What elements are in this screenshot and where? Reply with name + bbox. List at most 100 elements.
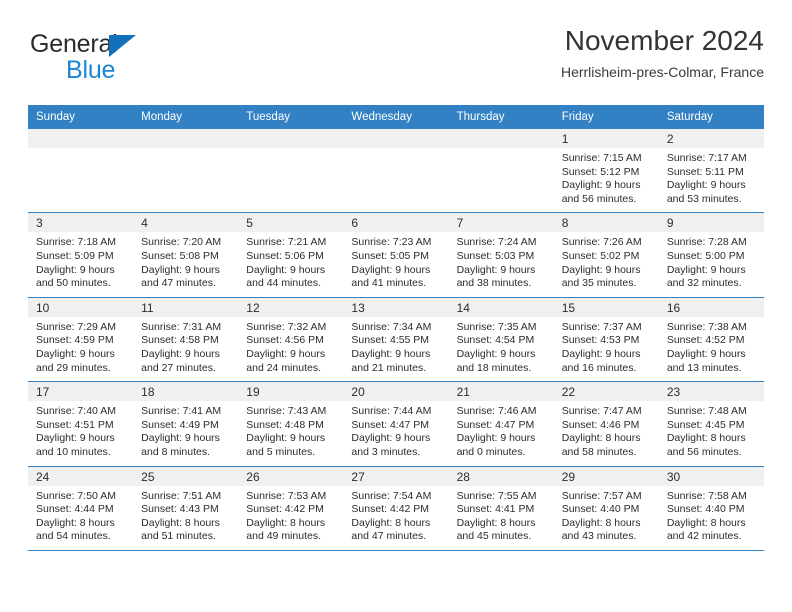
calendar-day-cell[interactable]: 9 Sunrise: 7:28 AM Sunset: 5:00 PM Daylight… — [658, 213, 764, 297]
day-details: Sunrise: 7:41 AM Sunset: 4:49 PM Daylight:… — [133, 401, 238, 465]
calendar-day-cell[interactable]: 16 Sunrise: 7:38 AM Sunset: 4:52 PM Dayligh… — [658, 297, 764, 382]
calendar-day-cell[interactable]: 24 Sunrise: 7:50 AM Sunset: 4:44 PM Dayligh… — [28, 466, 134, 550]
calendar-day-cell[interactable]: 30 Sunrise: 7:58 AM Sunset: 4:40 PM Dayligh… — [658, 466, 764, 550]
calendar-week-row: 24 Sunrise: 7:50 AM Sunset: 4:44 PM Dayligh… — [28, 466, 764, 551]
daylight-text-cont: and 53 minutes. — [666, 192, 742, 205]
daylight-text-cont: and 47 minutes. — [141, 277, 216, 290]
daylight-text-cont: and 35 minutes. — [561, 277, 637, 290]
general-blue-logo[interactable]: General Blue — [28, 30, 248, 92]
sunrise-text: Sunrise: 7:23 AM — [351, 236, 432, 249]
day-number-band: 27 — [343, 466, 449, 486]
weekday-thursday: Thursday — [456, 111, 505, 123]
calendar-day-cell[interactable]: 13 Sunrise: 7:34 AM Sunset: 4:55 PM Dayligh… — [343, 297, 449, 382]
day-number: 29 — [561, 469, 576, 484]
calendar-day-cell[interactable]: 21 Sunrise: 7:46 AM Sunset: 4:47 PM Dayligh… — [448, 382, 554, 466]
sunset-text: Sunset: 5:12 PM — [561, 165, 640, 178]
daylight-text: Daylight: 9 hours — [141, 263, 220, 276]
calendar-day-cell-empty — [448, 129, 554, 213]
day-number: 7 — [456, 216, 464, 231]
sunrise-text: Sunrise: 7:51 AM — [141, 489, 222, 502]
day-number: 6 — [351, 216, 359, 231]
day-details: Sunrise: 7:47 AM Sunset: 4:46 PM Daylight:… — [554, 401, 659, 465]
sunset-text: Sunset: 4:45 PM — [666, 418, 745, 431]
calendar-day-cell[interactable]: 22 Sunrise: 7:47 AM Sunset: 4:46 PM Dayligh… — [553, 382, 659, 466]
calendar-day-cell[interactable]: 12 Sunrise: 7:32 AM Sunset: 4:56 PM Dayligh… — [238, 297, 344, 382]
calendar-day-cell[interactable]: 17 Sunrise: 7:40 AM Sunset: 4:51 PM Dayligh… — [28, 382, 134, 466]
sunrise-text: Sunrise: 7:40 AM — [36, 405, 116, 418]
day-details: Sunrise: 7:55 AM Sunset: 4:41 PM Daylight:… — [449, 486, 554, 550]
calendar-day-cell[interactable]: 1 Sunrise: 7:15 AM Sunset: 5:12 PM Daylight… — [553, 129, 659, 213]
sunset-text: Sunset: 4:47 PM — [351, 418, 430, 431]
calendar-day-cell[interactable]: 23 Sunrise: 7:48 AM Sunset: 4:45 PM Dayligh… — [658, 382, 764, 466]
daylight-text: Daylight: 9 hours — [456, 347, 536, 360]
day-number: 20 — [351, 385, 365, 400]
calendar-day-cell[interactable]: 26 Sunrise: 7:53 AM Sunset: 4:42 PM Dayligh… — [238, 466, 344, 550]
calendar-day-cell[interactable]: 6 Sunrise: 7:23 AM Sunset: 5:05 PM Daylight… — [343, 213, 449, 297]
calendar-week-row: 1 Sunrise: 7:15 AM Sunset: 5:12 PM Daylight… — [28, 129, 764, 214]
day-number-band: 16 — [658, 297, 764, 317]
sunrise-text: Sunrise: 7:48 AM — [666, 405, 747, 418]
daylight-text-cont: and 45 minutes. — [456, 530, 532, 543]
page-subtitle: Herrlisheim-pres-Colmar, France — [560, 64, 764, 80]
calendar-day-cell[interactable]: 28 Sunrise: 7:55 AM Sunset: 4:41 PM Dayligh… — [448, 466, 554, 550]
day-number: 21 — [456, 385, 470, 400]
day-number-band: 22 — [553, 382, 659, 402]
calendar-page: General Blue November 2024 Herrlisheim-p… — [0, 0, 792, 612]
calendar-day-cell[interactable]: 20 Sunrise: 7:44 AM Sunset: 4:47 PM Dayligh… — [343, 382, 449, 466]
day-number-band: 17 — [28, 382, 134, 402]
day-number: 12 — [246, 300, 260, 315]
calendar-grid: Sunday Monday Tuesday Wednesday Thursday… — [28, 105, 764, 551]
sunset-text: Sunset: 5:02 PM — [561, 249, 640, 262]
day-details: Sunrise: 7:38 AM Sunset: 4:52 PM Daylight:… — [659, 317, 764, 381]
day-number-band: 12 — [238, 297, 344, 317]
calendar-day-cell[interactable]: 5 Sunrise: 7:21 AM Sunset: 5:06 PM Daylight… — [238, 213, 344, 297]
sunset-text: Sunset: 5:05 PM — [351, 249, 430, 262]
day-number: 23 — [666, 385, 681, 400]
calendar-day-cell[interactable]: 27 Sunrise: 7:54 AM Sunset: 4:42 PM Dayligh… — [343, 466, 449, 550]
day-details: Sunrise: 7:34 AM Sunset: 4:55 PM Daylight:… — [343, 317, 448, 381]
day-details: Sunrise: 7:24 AM Sunset: 5:03 PM Daylight:… — [449, 232, 554, 296]
day-details: Sunrise: 7:48 AM Sunset: 4:45 PM Daylight:… — [659, 401, 764, 465]
daylight-text-cont: and 21 minutes. — [351, 361, 427, 374]
daylight-text-cont: and 3 minutes. — [351, 445, 421, 458]
day-number-band — [28, 129, 134, 148]
day-details: Sunrise: 7:44 AM Sunset: 4:47 PM Daylight:… — [343, 401, 448, 465]
calendar-day-cell[interactable]: 25 Sunrise: 7:51 AM Sunset: 4:43 PM Dayligh… — [133, 466, 239, 550]
day-number: 8 — [561, 216, 569, 231]
daylight-text-cont: and 56 minutes. — [561, 192, 637, 205]
weekday-header-row: Sunday Monday Tuesday Wednesday Thursday… — [28, 105, 764, 129]
sunrise-text: Sunrise: 7:44 AM — [351, 405, 432, 418]
calendar-day-cell[interactable]: 4 Sunrise: 7:20 AM Sunset: 5:08 PM Daylight… — [133, 213, 239, 297]
sunrise-text: Sunrise: 7:58 AM — [666, 489, 747, 502]
calendar-day-cell[interactable]: 29 Sunrise: 7:57 AM Sunset: 4:40 PM Dayligh… — [553, 466, 659, 550]
calendar-day-cell[interactable]: 7 Sunrise: 7:24 AM Sunset: 5:03 PM Daylight… — [448, 213, 554, 297]
day-number: 5 — [246, 216, 253, 231]
calendar-day-cell[interactable]: 2 Sunrise: 7:17 AM Sunset: 5:11 PM Daylight… — [658, 129, 764, 213]
calendar-day-cell-empty — [28, 129, 134, 213]
weekday-friday: Friday — [561, 111, 594, 123]
calendar-day-cell[interactable]: 19 Sunrise: 7:43 AM Sunset: 4:48 PM Dayligh… — [238, 382, 344, 466]
day-number: 19 — [246, 385, 260, 400]
day-number-band: 2 — [658, 129, 764, 148]
calendar-day-cell[interactable]: 18 Sunrise: 7:41 AM Sunset: 4:49 PM Dayligh… — [133, 382, 239, 466]
daylight-text: Daylight: 8 hours — [36, 516, 115, 529]
day-number: 28 — [456, 469, 470, 484]
day-number-band: 29 — [553, 466, 659, 486]
daylight-text-cont: and 50 minutes. — [36, 277, 111, 290]
calendar-day-cell[interactable]: 8 Sunrise: 7:26 AM Sunset: 5:02 PM Daylight… — [553, 213, 659, 297]
day-number: 2 — [666, 132, 674, 146]
calendar-day-cell[interactable]: 14 Sunrise: 7:35 AM Sunset: 4:54 PM Dayligh… — [448, 297, 554, 382]
daylight-text: Daylight: 9 hours — [666, 179, 746, 192]
sunrise-text: Sunrise: 7:54 AM — [351, 489, 432, 502]
calendar-day-cell-empty — [343, 129, 449, 213]
daylight-text: Daylight: 9 hours — [561, 179, 641, 192]
daylight-text: Daylight: 9 hours — [456, 432, 536, 445]
sunset-text: Sunset: 5:09 PM — [36, 249, 114, 262]
calendar-day-cell[interactable]: 3 Sunrise: 7:18 AM Sunset: 5:09 PM Daylight… — [28, 213, 134, 297]
calendar-day-cell[interactable]: 15 Sunrise: 7:37 AM Sunset: 4:53 PM Dayligh… — [553, 297, 659, 382]
brand-name-general: General — [30, 30, 118, 58]
calendar-day-cell[interactable]: 10 Sunrise: 7:29 AM Sunset: 4:59 PM Dayligh… — [28, 297, 134, 382]
calendar-day-cell[interactable]: 11 Sunrise: 7:31 AM Sunset: 4:58 PM Dayligh… — [133, 297, 239, 382]
sunrise-text: Sunrise: 7:31 AM — [141, 320, 222, 333]
sunset-text: Sunset: 4:42 PM — [351, 503, 430, 516]
